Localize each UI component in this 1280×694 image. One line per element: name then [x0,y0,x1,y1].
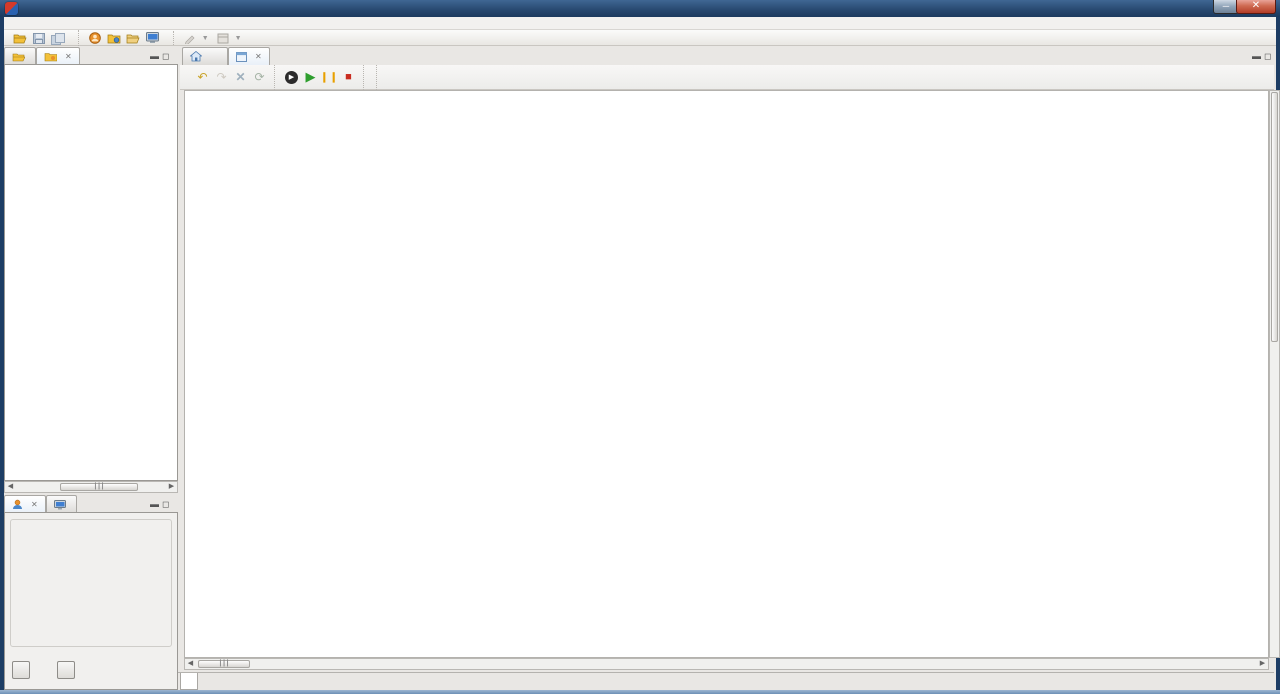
view-dropdown-icon[interactable] [215,32,231,46]
scrollbar-thumb[interactable]: ┃┃┃ [198,660,250,668]
workbench: ✕ ▬◻ ◀ ┃┃┃ ▶ ✕ ▬◻ [4,46,1276,690]
user-info-view: ✕ ▬◻ [4,494,178,690]
tree-horizontal-scrollbar[interactable]: ◀ ┃┃┃ ▶ [4,481,178,493]
application-window: ─ ❐ ✕ [0,0,1280,694]
main-toolbar: ▼ ▼ [4,30,1276,46]
view-minimize-maximize-icons[interactable]: ▬◻ [150,499,172,510]
scrollbar-thumb[interactable]: ┃┃┃ [60,483,138,491]
monitor-icon[interactable] [144,31,160,45]
canvas-vertical-scrollbar[interactable] [1269,90,1280,658]
scrollbar-thumb[interactable] [1271,92,1278,342]
user-info-panel [4,512,178,690]
relogin-button[interactable] [57,661,75,679]
close-tab-icon[interactable]: ✕ [255,52,262,61]
editor-toolbar: ↶ ↷ ✕ ⟳ ▶ ▶ ❙❙ ■ [180,65,1274,90]
logout-button[interactable] [12,661,30,679]
edit-dropdown-icon[interactable] [182,32,198,46]
tab-experiment-bench[interactable] [180,673,198,690]
circuit-canvas[interactable] [184,90,1269,658]
title-bar: ─ ❐ ✕ [0,0,1280,17]
scroll-right-icon[interactable]: ▶ [1258,660,1267,668]
refresh-icon[interactable]: ⟳ [251,69,268,85]
edit-dropdown-caret[interactable]: ▼ [202,35,209,42]
tab-user-info[interactable]: ✕ [4,495,46,513]
tab-experiment-plan[interactable] [4,47,36,65]
app-icon [5,2,18,15]
delete-icon[interactable]: ✕ [232,69,249,85]
canvas-horizontal-scrollbar[interactable]: ◀ ┃┃┃ ▶ [184,658,1269,670]
save-icon[interactable] [31,32,47,46]
scroll-left-icon[interactable]: ◀ [186,660,195,668]
open-experiment-folder-icon[interactable] [125,31,141,45]
tab-digital-clock-experiment[interactable]: ✕ [228,47,270,65]
user-info-group [10,519,172,647]
user-session-icon[interactable] [87,31,103,45]
close-button[interactable]: ✕ [1236,0,1276,14]
run-icon[interactable]: ▶ [283,69,300,85]
window-bottom-border [0,690,1280,694]
resume-icon[interactable]: ▶ [302,69,319,85]
open-folder-icon[interactable] [12,32,28,46]
editor-minimize-maximize-icons[interactable]: ▬◻ [1252,51,1274,62]
sample-folder-icon[interactable] [106,31,122,45]
tab-experiment-samples[interactable]: ✕ [36,47,80,65]
close-tab-icon[interactable]: ✕ [65,52,72,61]
undo-icon[interactable]: ↶ [194,69,211,85]
experiment-tree [4,64,178,481]
close-tab-icon[interactable]: ✕ [31,500,38,509]
view-minimize-maximize-icons[interactable]: ▬◻ [150,51,172,62]
menu-bar [4,17,1276,30]
save-all-icon[interactable] [50,32,66,46]
bottom-tab-bar [178,672,1274,690]
tab-experiment-debugger[interactable] [46,495,77,513]
experiment-explorer-view: ✕ ▬◻ ◀ ┃┃┃ ▶ [4,46,178,494]
scroll-left-icon[interactable]: ◀ [6,483,15,491]
view-dropdown-caret[interactable]: ▼ [235,35,242,42]
stop-icon[interactable]: ■ [340,69,357,85]
redo-icon[interactable]: ↷ [213,69,230,85]
pause-icon[interactable]: ❙❙ [321,69,338,85]
scroll-right-icon[interactable]: ▶ [167,483,176,491]
tab-report-browser[interactable] [182,47,228,65]
